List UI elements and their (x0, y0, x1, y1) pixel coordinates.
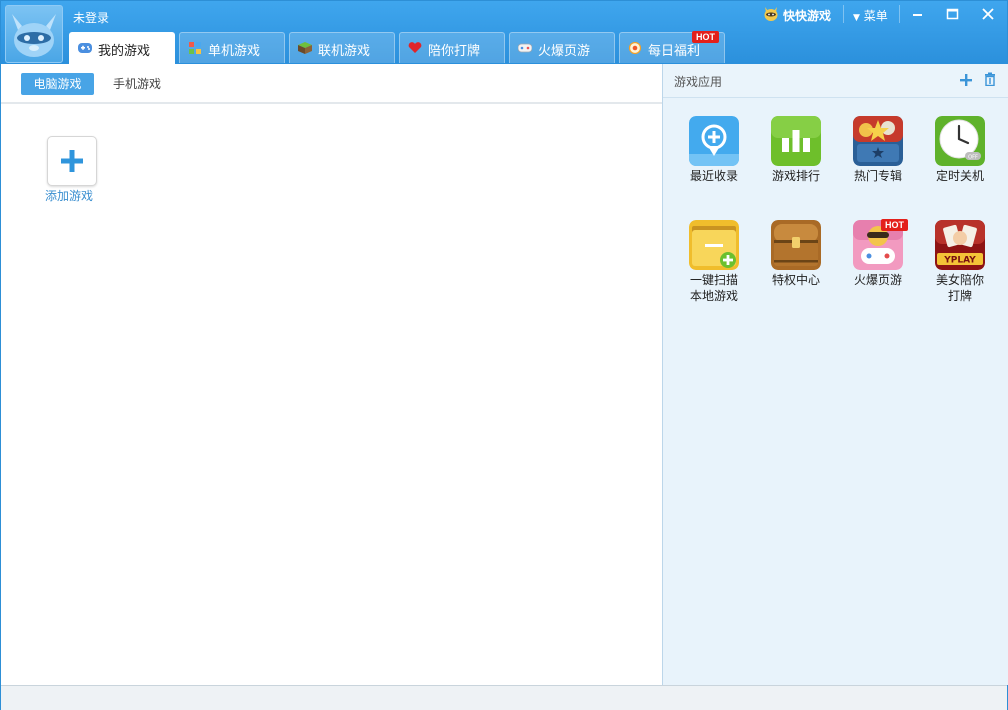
coin-icon (628, 42, 642, 54)
app-label-line: 一键扫描 (689, 273, 738, 287)
raccoon-logo-icon (764, 7, 778, 21)
folder-plus-icon (689, 220, 739, 270)
menu-label: 菜单 (863, 9, 888, 23)
game-library-panel: 电脑游戏 手机游戏 添加游戏 (1, 64, 662, 685)
tab-single-player[interactable]: 单机游戏 (179, 32, 285, 63)
minimize-icon (913, 14, 922, 16)
app-label: 定时关机 (935, 169, 984, 183)
tab-label: 每日福利 (648, 44, 701, 59)
app-label: 美女陪你 打牌 (928, 272, 992, 304)
maximize-button[interactable] (935, 1, 969, 27)
gamepad-icon (78, 43, 92, 53)
hot-badge: HOT (881, 219, 908, 231)
game-album-icon (853, 116, 903, 166)
close-icon (982, 8, 994, 20)
svg-text:YPLAY: YPLAY (943, 256, 976, 266)
add-game-button[interactable] (47, 136, 97, 186)
title-bar: 未登录 我的游戏 单机游戏 联机游戏 陪你打牌 火爆页游 每日福利 HOT 快快… (1, 1, 1007, 64)
subtab-mobile-games[interactable]: 手机游戏 (101, 73, 173, 95)
app-label-line: 打牌 (947, 289, 972, 303)
tab-label: 联机游戏 (318, 44, 371, 59)
trash-icon[interactable] (983, 72, 997, 86)
separator (843, 5, 844, 23)
hot-badge: HOT (692, 31, 719, 43)
game-apps-panel: 游戏应用 最近收录 游戏排行 热门专辑 OFF 定时关机 一键扫描 本地游戏 特… (662, 64, 1008, 685)
controller-icon (518, 43, 532, 53)
location-plus-icon (689, 116, 739, 166)
app-window: 未登录 我的游戏 单机游戏 联机游戏 陪你打牌 火爆页游 每日福利 HOT 快快… (0, 0, 1008, 710)
platform-tabs: 电脑游戏 手机游戏 (1, 64, 662, 104)
tab-label: 陪你打牌 (428, 44, 481, 59)
apps-header: 游戏应用 (663, 64, 1008, 98)
tab-daily-rewards[interactable]: 每日福利 HOT (619, 31, 725, 63)
app-label: 特权中心 (771, 273, 820, 287)
app-label: 火爆页游 (853, 273, 902, 287)
avatar[interactable] (5, 5, 63, 63)
app-label-line: 本地游戏 (689, 289, 738, 303)
brand-label: 快快游戏 (783, 9, 832, 23)
login-status[interactable]: 未登录 (73, 9, 109, 26)
tab-my-games[interactable]: 我的游戏 (69, 32, 175, 64)
raccoon-avatar-icon (12, 14, 56, 57)
treasure-chest-icon (771, 220, 821, 270)
colored-squares-icon (189, 42, 201, 54)
status-bar (1, 685, 1007, 710)
svg-text:OFF: OFF (968, 155, 978, 161)
add-game-label[interactable]: 添加游戏 (45, 187, 93, 204)
tab-online[interactable]: 联机游戏 (289, 32, 395, 63)
app-label: 热门专辑 (853, 169, 902, 183)
add-icon[interactable] (959, 73, 973, 87)
minimize-button[interactable] (901, 1, 935, 27)
heart-icon (408, 42, 422, 53)
yplay-cards-icon: YPLAY (935, 220, 985, 270)
close-button[interactable] (971, 1, 1005, 27)
tab-label: 单机游戏 (208, 44, 261, 59)
tab-web-games[interactable]: 火爆页游 (509, 32, 615, 63)
tab-label: 火爆页游 (538, 44, 591, 59)
bar-chart-icon (771, 116, 821, 166)
app-label: 一键扫描 本地游戏 (682, 272, 746, 304)
separator (899, 5, 900, 23)
clock-icon: OFF (935, 116, 985, 166)
subtab-pc-games[interactable]: 电脑游戏 (21, 73, 94, 95)
caret-down-icon: ▼ (853, 13, 860, 23)
menu-button[interactable]: ▼ 菜单 (853, 7, 888, 24)
plus-icon (61, 150, 83, 172)
apps-title: 游戏应用 (674, 75, 723, 89)
tab-card-games[interactable]: 陪你打牌 (399, 32, 505, 63)
app-label: 游戏排行 (771, 169, 820, 183)
maximize-icon (946, 8, 959, 20)
cube-icon (298, 42, 312, 54)
tab-label: 我的游戏 (98, 44, 151, 59)
app-label: 最近收录 (689, 169, 738, 183)
app-label-line: 美女陪你 (935, 273, 984, 287)
